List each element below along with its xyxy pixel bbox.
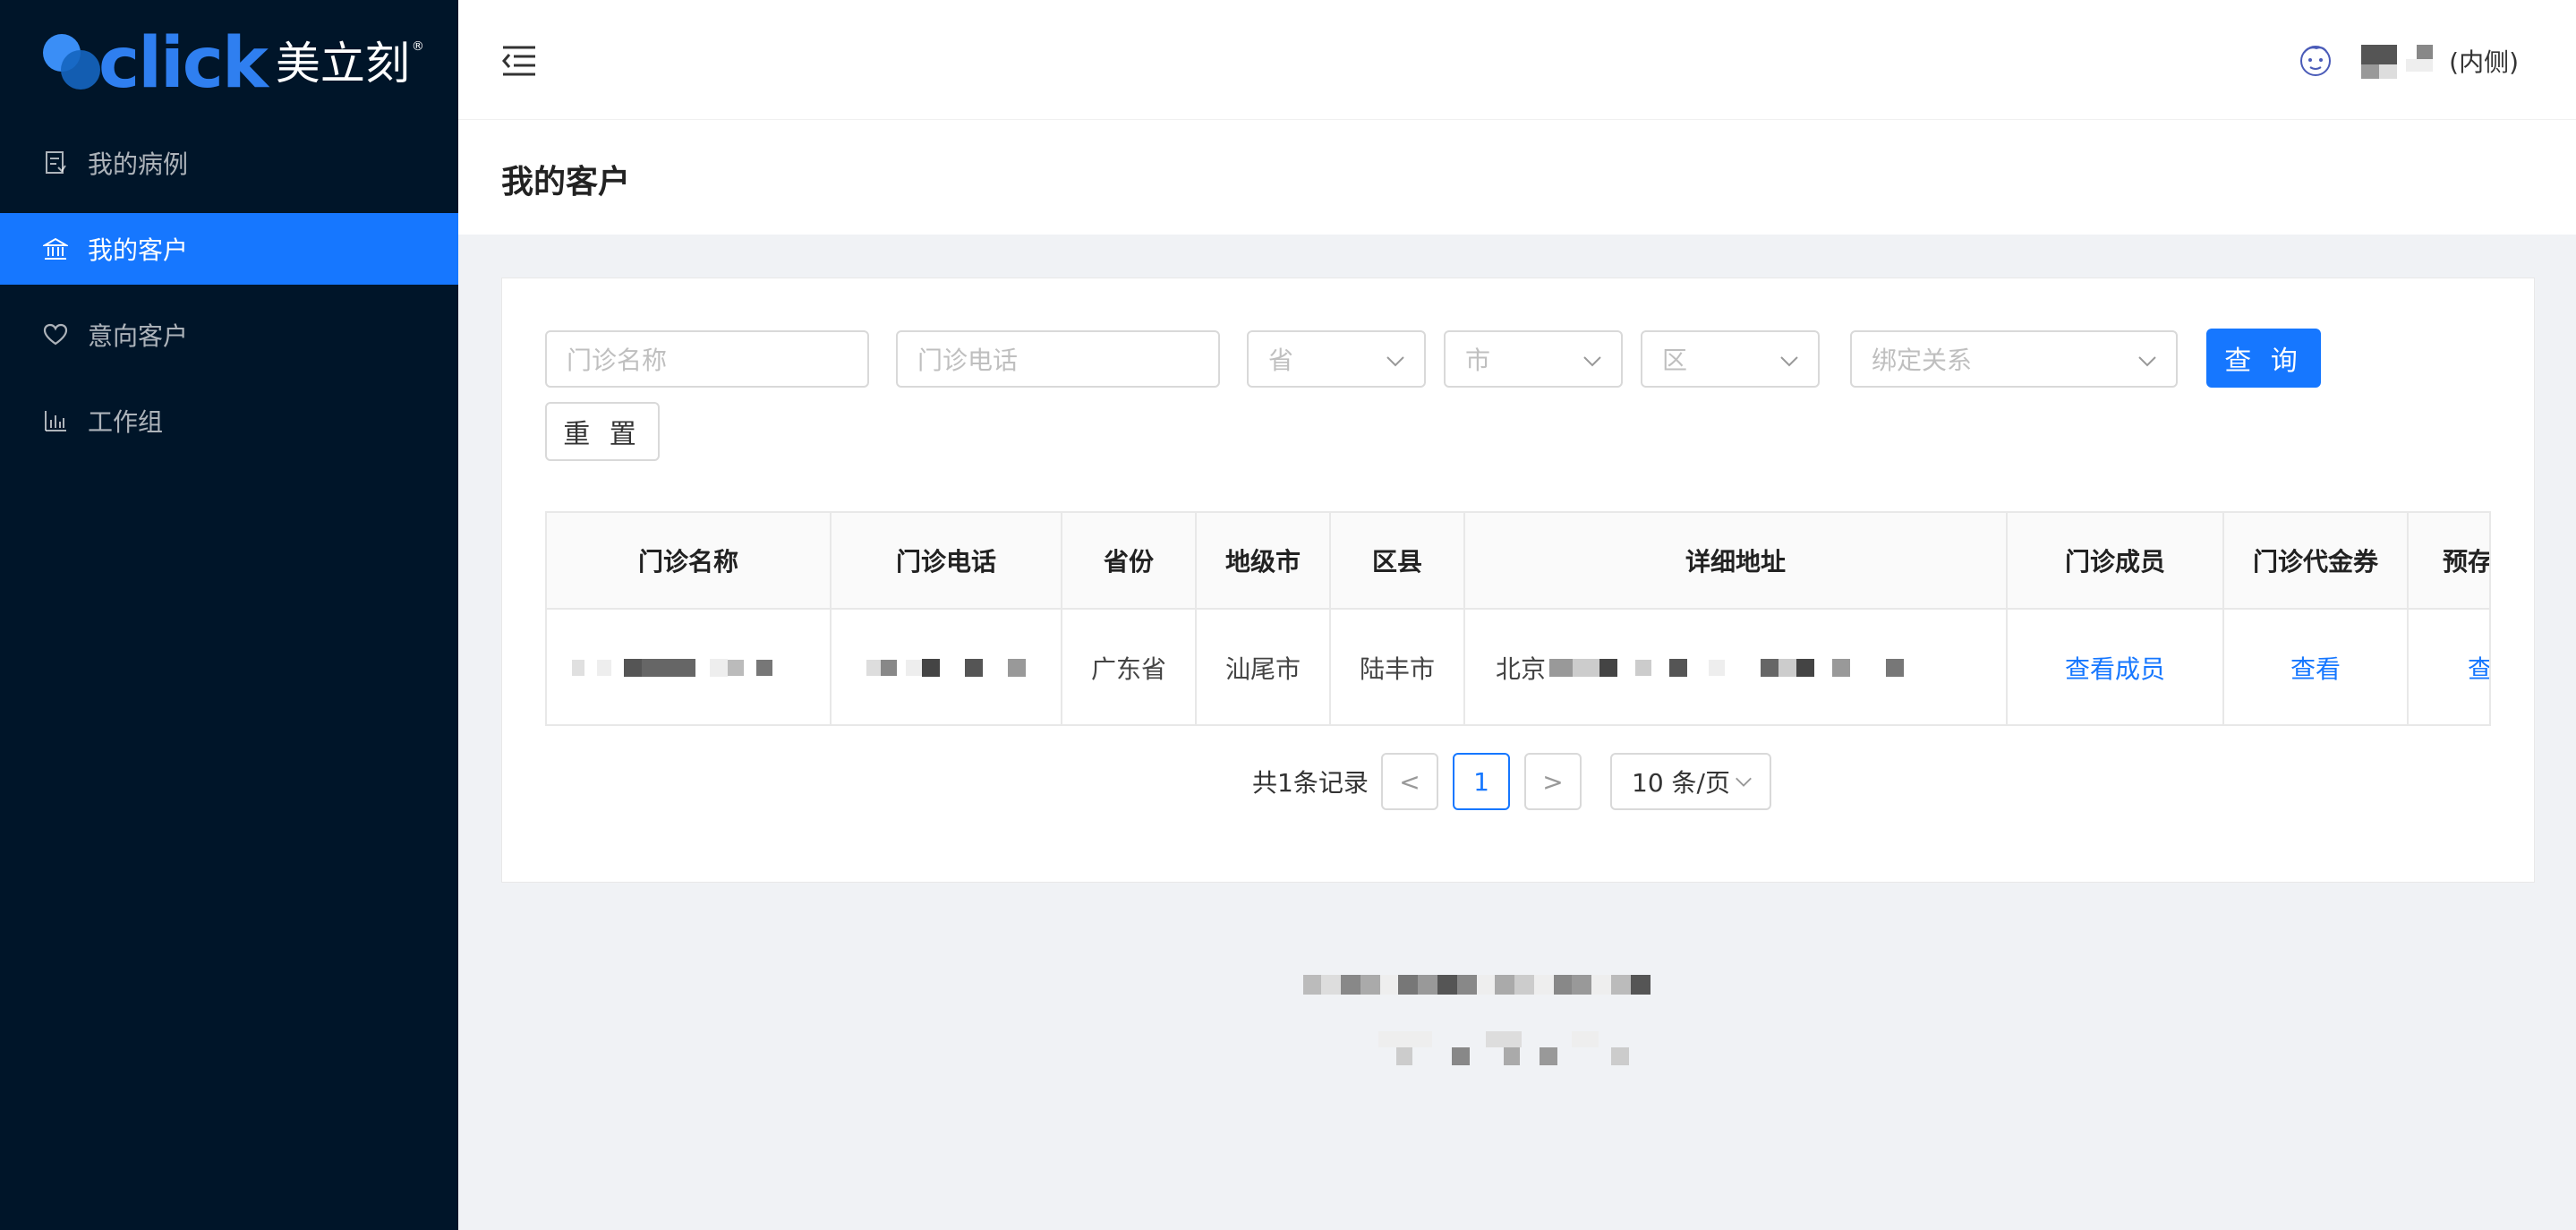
column-header: 预存: [2409, 513, 2489, 608]
column-header: 地级市: [1197, 513, 1331, 608]
customer-table: 门诊名称 门诊电话 省份 地级市 区县 详细地址 门诊成员 门诊代金券 预存 广…: [545, 511, 2491, 726]
page-number-button[interactable]: 1: [1453, 753, 1510, 810]
clinic-phone-cell-redacted: [832, 610, 1062, 724]
address-redacted: [1549, 659, 1905, 677]
chevron-left-icon: <: [1399, 766, 1420, 797]
view-voucher-link[interactable]: 查看: [2224, 610, 2409, 724]
column-header: 详细地址: [1465, 513, 2008, 608]
bank-icon: [43, 236, 68, 261]
city-placeholder: 市: [1465, 346, 1491, 375]
sidebar-item-prospects[interactable]: 意向客户: [0, 299, 458, 371]
chevron-right-icon: >: [1542, 766, 1564, 797]
view-members-link[interactable]: 查看成员: [2008, 610, 2224, 724]
view-prepaid-link[interactable]: 查: [2409, 610, 2489, 724]
binding-placeholder: 绑定关系: [1872, 346, 1973, 375]
column-header: 门诊代金券: [2224, 513, 2409, 608]
avatar: [2300, 46, 2332, 76]
view-members-label[interactable]: 查看成员: [2065, 650, 2165, 686]
clinic-phone-input[interactable]: 门诊电话: [896, 330, 1220, 388]
user-name-redacted: [2361, 43, 2442, 79]
province-select[interactable]: 省: [1247, 330, 1426, 388]
column-header: 门诊成员: [2008, 513, 2224, 608]
footer-subtext-redacted: [1378, 1031, 1665, 1067]
user-role-label: (内侧): [2449, 47, 2519, 77]
chevron-down-icon: [1583, 356, 1601, 367]
sidebar-item-my-cases[interactable]: 我的病例: [0, 127, 458, 199]
sidebar-item-label: 意向客户: [88, 321, 189, 351]
registered-mark: ®: [411, 39, 424, 54]
logo-chinese-name: 美立刻: [275, 38, 410, 90]
pagination: 共1条记录 < 1 > 10 条/页: [502, 753, 2536, 812]
address-cell: 北京: [1465, 610, 2008, 724]
district-placeholder: 区: [1662, 346, 1688, 375]
chevron-down-icon: [2138, 356, 2156, 367]
sidebar-item-workgroup[interactable]: 工作组: [0, 385, 458, 457]
column-header: 门诊电话: [832, 513, 1062, 608]
clinic-name-input[interactable]: 门诊名称: [545, 330, 869, 388]
sidebar-item-label: 我的病例: [88, 149, 189, 179]
binding-relation-select[interactable]: 绑定关系: [1850, 330, 2178, 388]
city-select[interactable]: 市: [1444, 330, 1623, 388]
district-cell: 陆丰市: [1331, 610, 1465, 724]
province-cell: 广东省: [1062, 610, 1197, 724]
clinic-name-cell-redacted: [547, 610, 832, 724]
sidebar-item-my-customers[interactable]: 我的客户: [0, 213, 458, 285]
top-header: (内侧): [458, 0, 2576, 120]
page-size-select[interactable]: 10 条/页: [1610, 753, 1771, 810]
table-header: 门诊名称 门诊电话 省份 地级市 区县 详细地址 门诊成员 门诊代金券 预存: [547, 513, 2489, 610]
province-placeholder: 省: [1268, 346, 1294, 375]
address-prefix: 北京: [1496, 654, 1547, 684]
reset-button[interactable]: 重 置: [545, 402, 660, 461]
page-header: 我的客户: [458, 120, 2576, 235]
menu-fold-icon[interactable]: [501, 45, 537, 77]
district-select[interactable]: 区: [1641, 330, 1820, 388]
chevron-down-icon: [1736, 777, 1752, 787]
view-prepaid-label[interactable]: 查: [2468, 650, 2489, 686]
chevron-down-icon: [1780, 356, 1798, 367]
sidebar-item-label: 我的客户: [88, 235, 189, 265]
logo-word: click: [98, 23, 269, 104]
column-header: 区县: [1331, 513, 1465, 608]
heart-icon: [43, 322, 68, 347]
bar-chart-icon: [43, 408, 68, 433]
clinic-name-placeholder: 门诊名称: [567, 346, 668, 375]
city-cell: 汕尾市: [1197, 610, 1331, 724]
total-records: 共1条记录: [1252, 768, 1369, 798]
customer-list-card: 门诊名称 门诊电话 省 市 区 绑定关系 查 询 重 置 门诊名称 门诊电话 省…: [501, 278, 2535, 883]
table-row[interactable]: 广东省 汕尾市 陆丰市 北京 查看成员 查看 查: [547, 610, 2489, 724]
next-page-button[interactable]: >: [1524, 753, 1582, 810]
case-file-icon: [43, 150, 68, 175]
page-title: 我的客户: [501, 164, 631, 201]
page-size-label: 10 条/页: [1632, 768, 1730, 798]
view-voucher-label[interactable]: 查看: [2290, 650, 2341, 686]
brand-logo[interactable]: click 美立刻 ®: [39, 23, 424, 104]
user-menu[interactable]: (内侧): [2295, 38, 2519, 84]
logo-circles-icon: [39, 30, 104, 97]
column-header: 门诊名称: [547, 513, 832, 608]
sidebar-item-label: 工作组: [88, 407, 164, 437]
prev-page-button[interactable]: <: [1381, 753, 1438, 810]
sidebar: click 美立刻 ® 我的病例 我的客户 意向客户 工作组: [0, 0, 458, 1230]
column-header: 省份: [1062, 513, 1197, 608]
chevron-down-icon: [1386, 356, 1404, 367]
query-button[interactable]: 查 询: [2206, 329, 2321, 388]
clinic-phone-placeholder: 门诊电话: [917, 346, 1019, 375]
footer-text-redacted: [1303, 974, 1733, 995]
